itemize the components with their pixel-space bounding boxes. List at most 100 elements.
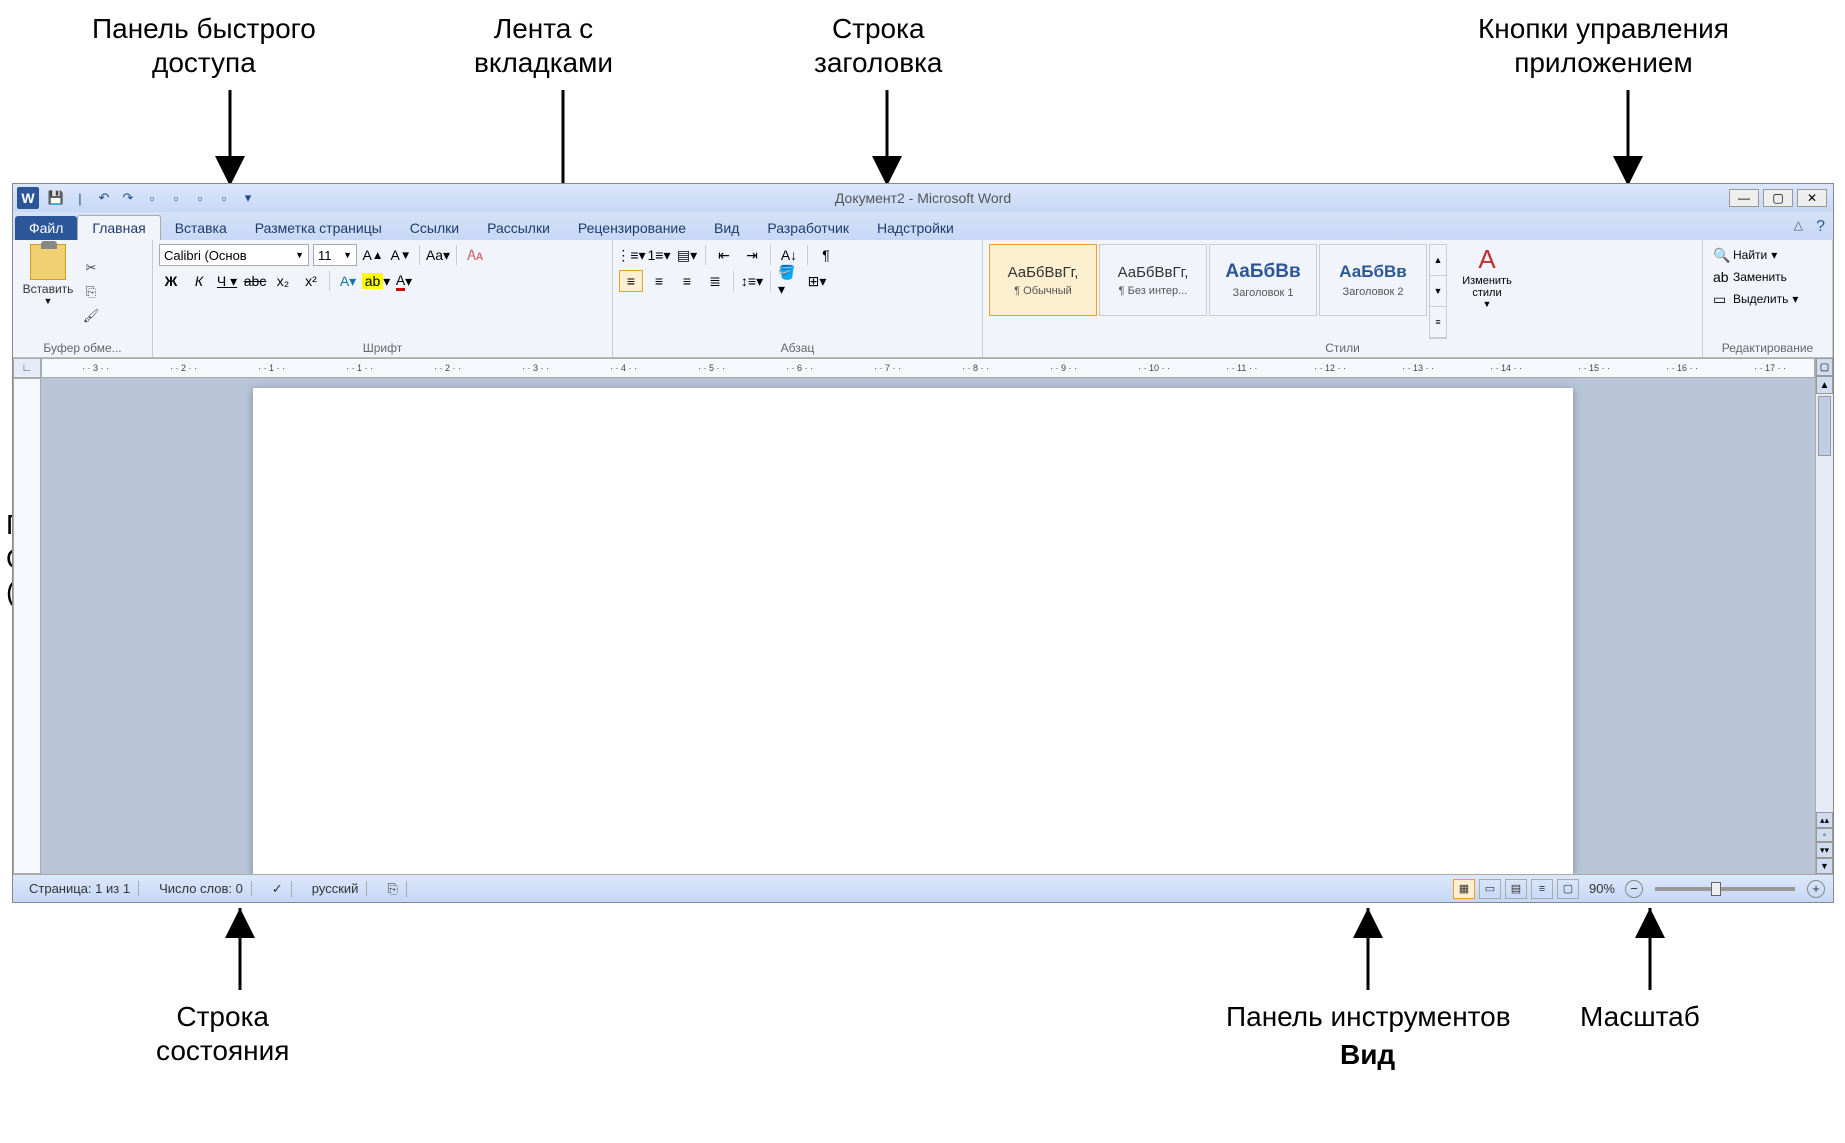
copy-icon[interactable]: ⎘ bbox=[81, 282, 101, 302]
select-browse-object-icon[interactable]: ◦ bbox=[1816, 828, 1833, 842]
document-page[interactable] bbox=[253, 388, 1573, 874]
tab-references[interactable]: Ссылки bbox=[396, 216, 473, 240]
tab-home[interactable]: Главная bbox=[77, 215, 160, 240]
save-icon[interactable]: 💾 bbox=[47, 189, 65, 207]
align-right-icon[interactable]: ≡ bbox=[675, 270, 699, 292]
zoom-slider[interactable] bbox=[1655, 887, 1795, 891]
highlight-icon[interactable]: ab▾ bbox=[364, 270, 388, 292]
tab-review[interactable]: Рецензирование bbox=[564, 216, 700, 240]
close-button[interactable]: ✕ bbox=[1797, 189, 1827, 207]
style-heading2[interactable]: АаБбВв Заголовок 2 bbox=[1319, 244, 1427, 316]
previous-object-icon[interactable]: ▴▴ bbox=[1816, 812, 1833, 828]
scroll-up-icon[interactable]: ▲ bbox=[1816, 376, 1833, 394]
tab-addins[interactable]: Надстройки bbox=[863, 216, 968, 240]
fullscreen-reading-view-icon[interactable]: ▭ bbox=[1479, 879, 1501, 899]
scroll-down-icon[interactable]: ▼ bbox=[1816, 858, 1833, 874]
find-icon: 🔍 bbox=[1713, 247, 1729, 264]
style-normal[interactable]: АаБбВвГг, ¶ Обычный bbox=[989, 244, 1097, 316]
styles-row-down-icon[interactable]: ▼ bbox=[1430, 276, 1446, 307]
shading-icon[interactable]: 🪣▾ bbox=[777, 270, 801, 292]
zoom-in-button[interactable]: + bbox=[1807, 880, 1825, 898]
ruler-toggle-icon[interactable]: ▢ bbox=[1816, 358, 1833, 376]
align-left-icon[interactable]: ≡ bbox=[619, 270, 643, 292]
maximize-button[interactable]: ▢ bbox=[1763, 189, 1793, 207]
page-number-status[interactable]: Страница: 1 из 1 bbox=[21, 881, 139, 896]
tab-view[interactable]: Вид bbox=[700, 216, 753, 240]
strikethrough-button[interactable]: abc bbox=[243, 270, 267, 292]
vertical-ruler[interactable] bbox=[13, 378, 41, 874]
grow-font-icon[interactable]: A▲ bbox=[361, 244, 385, 266]
styles-row-up-icon[interactable]: ▲ bbox=[1430, 245, 1446, 276]
horizontal-ruler[interactable]: · · 3 · ·· · 2 · ·· · 1 · ·· · 1 · ·· · … bbox=[41, 358, 1815, 378]
zoom-out-button[interactable]: − bbox=[1625, 880, 1643, 898]
styles-expand-icon[interactable]: ≡ bbox=[1430, 307, 1446, 338]
italic-button[interactable]: К bbox=[187, 270, 211, 292]
word-count-status[interactable]: Число слов: 0 bbox=[151, 881, 252, 896]
increase-indent-icon[interactable]: ⇥ bbox=[740, 244, 764, 266]
ruler-corner[interactable]: ∟ bbox=[13, 358, 41, 378]
decrease-indent-icon[interactable]: ⇤ bbox=[712, 244, 736, 266]
change-case-icon[interactable]: Aa▾ bbox=[426, 244, 450, 266]
bold-button[interactable]: Ж bbox=[159, 270, 183, 292]
superscript-button[interactable]: x² bbox=[299, 270, 323, 292]
group-paragraph: ⋮≡▾ 1≡▾ ▤▾ ⇤ ⇥ A↓ ¶ ≡ ≡ ≡ ≣ bbox=[613, 240, 983, 357]
spellcheck-status[interactable]: ✓ bbox=[264, 881, 292, 897]
numbering-icon[interactable]: 1≡▾ bbox=[647, 244, 671, 266]
clear-formatting-icon[interactable]: 🗛 bbox=[463, 244, 487, 266]
outline-view-icon[interactable]: ≡ bbox=[1531, 879, 1553, 899]
font-name-combo[interactable]: Calibri (Основ ▼ bbox=[159, 244, 309, 266]
web-layout-view-icon[interactable]: ▤ bbox=[1505, 879, 1527, 899]
sort-icon[interactable]: A↓ bbox=[777, 244, 801, 266]
undo-icon[interactable]: ↶ bbox=[95, 189, 113, 207]
language-status[interactable]: русский bbox=[304, 881, 368, 896]
qat-btn-3[interactable]: ▫ bbox=[191, 189, 209, 207]
tab-insert[interactable]: Вставка bbox=[161, 216, 241, 240]
insert-mode-status[interactable]: ⎘ bbox=[379, 881, 406, 897]
next-object-icon[interactable]: ▾▾ bbox=[1816, 842, 1833, 858]
font-size-combo[interactable]: 11 ▼ bbox=[313, 244, 357, 266]
print-layout-view-icon[interactable]: ▦ bbox=[1453, 879, 1475, 899]
paste-dropdown-icon[interactable]: ▼ bbox=[44, 296, 53, 306]
qat-btn-4[interactable]: ▫ bbox=[215, 189, 233, 207]
align-center-icon[interactable]: ≡ bbox=[647, 270, 671, 292]
bullets-icon[interactable]: ⋮≡▾ bbox=[619, 244, 643, 266]
tab-mailings[interactable]: Рассылки bbox=[473, 216, 564, 240]
qat-separator: | bbox=[71, 189, 89, 207]
annotation-ribbon-tabs: Лента с вкладками bbox=[474, 12, 613, 79]
line-spacing-icon[interactable]: ↕≡▾ bbox=[740, 270, 764, 292]
style-no-spacing[interactable]: АаБбВвГг, ¶ Без интер... bbox=[1099, 244, 1207, 316]
style-heading1[interactable]: АаБбВв Заголовок 1 bbox=[1209, 244, 1317, 316]
word-app-icon[interactable]: W bbox=[17, 187, 39, 209]
minimize-button[interactable]: — bbox=[1729, 189, 1759, 207]
redo-icon[interactable]: ↷ bbox=[119, 189, 137, 207]
find-button[interactable]: 🔍Найти ▾ bbox=[1709, 244, 1826, 266]
qat-customize-icon[interactable]: ▾ bbox=[239, 189, 257, 207]
browse-object-controls: ▴▴ ◦ ▾▾ ▼ bbox=[1816, 812, 1833, 874]
show-marks-icon[interactable]: ¶ bbox=[814, 244, 838, 266]
subscript-button[interactable]: x₂ bbox=[271, 270, 295, 292]
scroll-thumb[interactable] bbox=[1818, 396, 1831, 456]
format-painter-icon[interactable]: 🖌 bbox=[81, 306, 101, 326]
draft-view-icon[interactable]: ▢ bbox=[1557, 879, 1579, 899]
justify-icon[interactable]: ≣ bbox=[703, 270, 727, 292]
paste-button[interactable]: Вставить ▼ bbox=[19, 244, 77, 339]
qat-btn-2[interactable]: ▫ bbox=[167, 189, 185, 207]
tab-page-layout[interactable]: Разметка страницы bbox=[241, 216, 396, 240]
multilevel-list-icon[interactable]: ▤▾ bbox=[675, 244, 699, 266]
replace-button[interactable]: abЗаменить bbox=[1709, 266, 1826, 288]
font-color-icon[interactable]: A▾ bbox=[392, 270, 416, 292]
tab-file[interactable]: Файл bbox=[15, 216, 77, 240]
change-styles-button[interactable]: A Изменить стили ▼ bbox=[1451, 244, 1523, 339]
zoom-slider-thumb[interactable] bbox=[1711, 882, 1721, 896]
underline-button[interactable]: Ч ▾ bbox=[215, 270, 239, 292]
zoom-level[interactable]: 90% bbox=[1589, 881, 1615, 896]
cut-icon[interactable]: ✂ bbox=[81, 258, 101, 278]
qat-btn-1[interactable]: ▫ bbox=[143, 189, 161, 207]
help-icon[interactable]: ? bbox=[1816, 218, 1825, 236]
shrink-font-icon[interactable]: A▼ bbox=[389, 244, 413, 266]
borders-icon[interactable]: ⊞▾ bbox=[805, 270, 829, 292]
tab-developer[interactable]: Разработчик bbox=[753, 216, 863, 240]
collapse-ribbon-icon[interactable]: △ bbox=[1794, 218, 1803, 232]
text-effects-icon[interactable]: A▾ bbox=[336, 270, 360, 292]
select-button[interactable]: ▭Выделить ▾ bbox=[1709, 288, 1826, 310]
